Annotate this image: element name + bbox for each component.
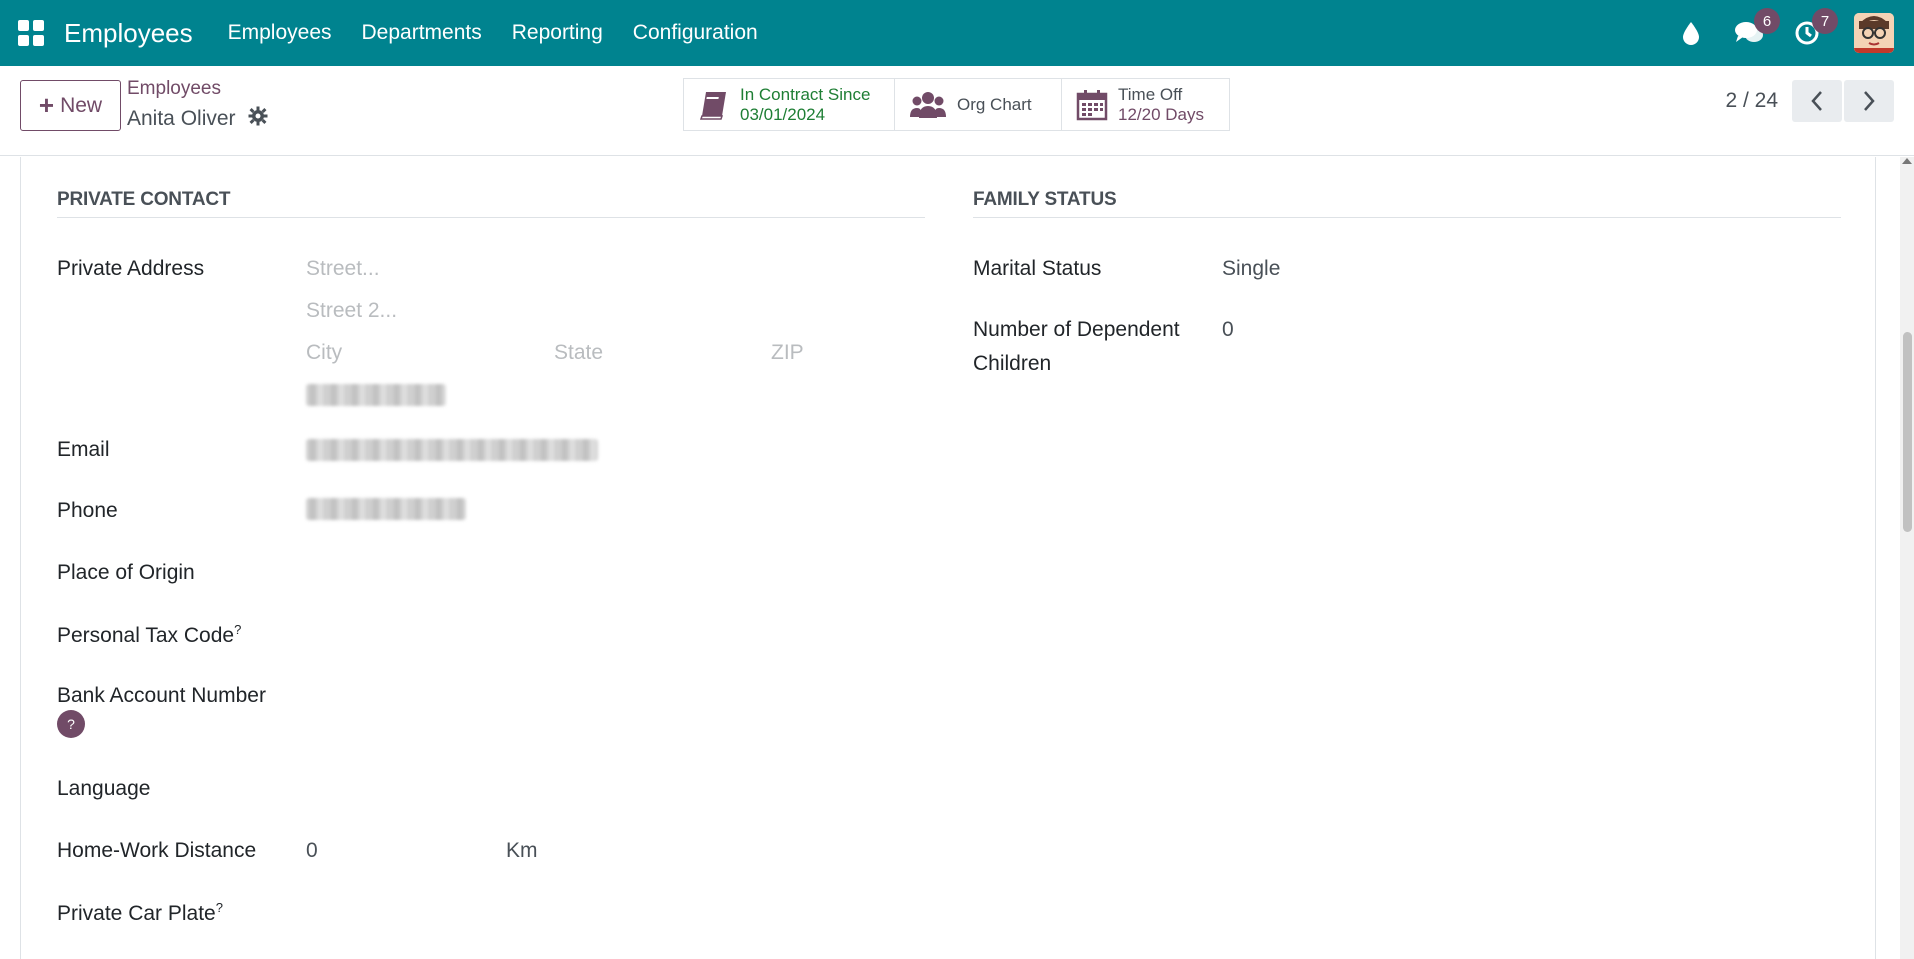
drop-icon[interactable] [1676,18,1706,48]
place-of-origin-label: Place of Origin [57,561,195,584]
control-panel: + New Employees Anita Oliver In Contract… [0,66,1914,156]
users-icon [909,90,947,120]
book-icon [698,90,730,120]
personal-tax-code-label: Personal Tax Code? [57,622,241,648]
chat-icon[interactable]: 6 [1734,8,1780,48]
top-navbar: Employees Employees Departments Reportin… [0,0,1914,66]
plus-icon: + [38,90,55,120]
email-field-blurred[interactable] [306,439,598,461]
scrollbar-thumb[interactable] [1903,332,1912,532]
email-label: Email [57,438,110,461]
street2-input[interactable]: Street 2... [306,299,397,323]
personal-tax-code-text: Personal Tax Code [57,624,235,647]
pager-previous-button[interactable] [1792,80,1842,122]
org-chart-label: Org Chart [957,94,1032,114]
city-input[interactable]: City [306,341,342,365]
activities-badge: 7 [1812,8,1838,34]
contract-title: In Contract Since [740,84,871,104]
messages-badge: 6 [1754,8,1780,34]
private-car-plate-text: Private Car Plate [57,902,216,925]
home-work-distance-label: Home-Work Distance [57,839,257,862]
calendar-icon [1076,89,1108,121]
home-work-distance-input[interactable]: 0 [306,839,318,863]
time-off-smart-button[interactable]: Time Off 12/20 Days [1062,79,1229,130]
street-input[interactable]: Street... [306,257,380,281]
state-input[interactable]: State [554,341,603,365]
zip-input[interactable]: ZIP [771,341,804,365]
family-status-title: FAMILY STATUS [973,189,1117,210]
dependent-children-label-line1: Number of Dependent [973,318,1180,341]
menu-employees[interactable]: Employees [228,21,332,45]
clock-icon[interactable]: 7 [1792,8,1838,48]
private-address-label: Private Address [57,257,205,280]
distance-unit[interactable]: Km [506,839,538,863]
phone-field-blurred[interactable] [306,498,466,520]
smart-buttons: In Contract Since 03/01/2024 Org Chart T… [683,78,1230,131]
bank-account-label: Bank Account Number [57,684,266,707]
menu-departments[interactable]: Departments [362,21,482,45]
apps-grid-icon[interactable] [18,20,44,46]
contract-smart-button[interactable]: In Contract Since 03/01/2024 [684,79,895,130]
form-sheet: PRIVATE CONTACT Private Address Street..… [20,157,1876,959]
marital-status-select[interactable]: Single [1222,257,1280,281]
dependent-children-label-line2: Children [973,352,1052,375]
pager-value[interactable]: 2 / 24 [1725,89,1778,113]
language-label: Language [57,777,151,800]
chevron-left-icon [1811,91,1822,111]
dependent-children-input[interactable]: 0 [1222,318,1234,342]
country-input-blurred[interactable] [306,384,446,406]
time-off-value: 12/20 Days [1118,104,1204,124]
app-title[interactable]: Employees [64,18,193,49]
scrollbar-track[interactable] [1900,157,1914,959]
chevron-right-icon [1864,91,1875,111]
new-button-label: New [60,93,103,117]
new-button[interactable]: + New [20,80,121,131]
bank-account-help-icon[interactable]: ? [57,710,85,738]
pager: 2 / 24 [1725,80,1894,122]
private-car-plate-label: Private Car Plate? [57,900,223,926]
menu-reporting[interactable]: Reporting [512,21,603,45]
record-name: Anita Oliver [127,107,236,130]
record-title: Anita Oliver [127,106,268,132]
user-avatar[interactable] [1854,13,1894,53]
gear-icon[interactable] [248,106,268,132]
private-car-plate-help[interactable]: ? [216,900,223,915]
personal-tax-code-help[interactable]: ? [234,622,241,637]
systray: 6 7 [1648,8,1894,53]
marital-status-label: Marital Status [973,257,1102,280]
pager-next-button[interactable] [1844,80,1894,122]
contract-value: 03/01/2024 [740,104,826,124]
private-contact-title: PRIVATE CONTACT [57,189,231,210]
org-chart-smart-button[interactable]: Org Chart [895,79,1062,130]
time-off-title: Time Off [1118,84,1183,104]
menu-configuration[interactable]: Configuration [633,21,758,45]
family-status-divider [973,217,1841,218]
phone-label: Phone [57,499,118,522]
breadcrumb-employees[interactable]: Employees [127,78,221,100]
private-contact-divider [57,217,925,218]
scroll-up-arrow-icon[interactable] [1902,158,1912,164]
